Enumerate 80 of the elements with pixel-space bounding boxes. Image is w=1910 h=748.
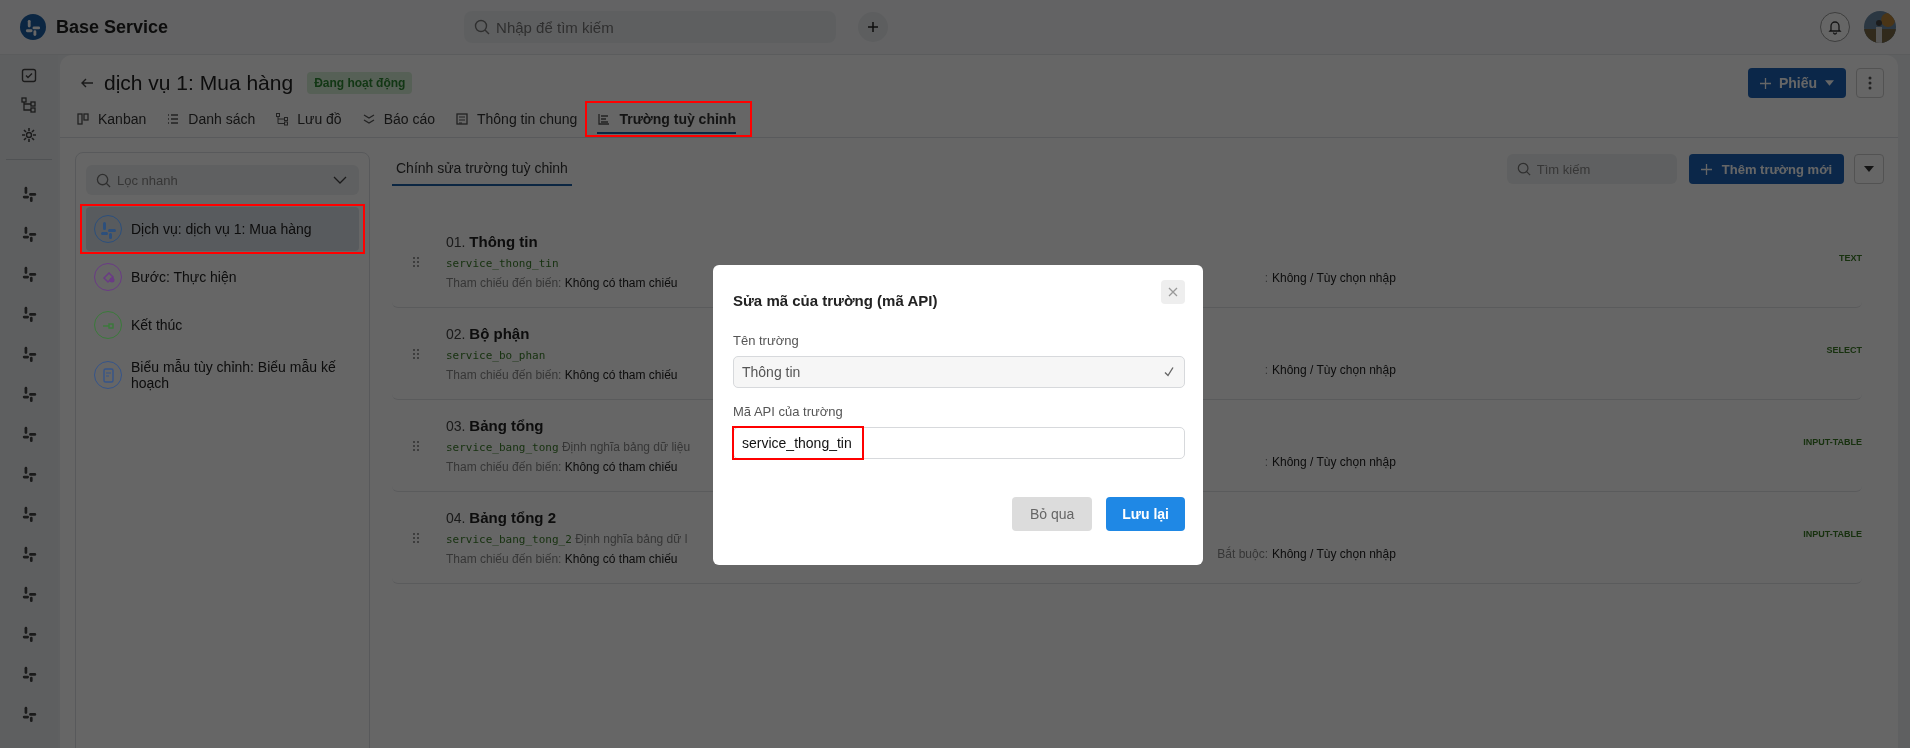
field-type: INPUT-TABLE (1803, 436, 1862, 447)
tab-icon (361, 112, 376, 126)
add-icon[interactable] (858, 12, 889, 42)
tab[interactable]: Kanban (66, 103, 157, 137)
status-badge: Đang hoạt động (307, 72, 413, 94)
search-icon (96, 172, 111, 188)
field-code: service_bang_tong (446, 441, 559, 454)
checklist-icon[interactable] (21, 67, 37, 83)
tab[interactable]: Báo cáo (351, 103, 445, 137)
tab[interactable]: Lưu đồ (265, 103, 352, 137)
plus-icon (1759, 77, 1771, 89)
field-label: Mã API của trường (733, 404, 844, 419)
pinwheel-icon[interactable] (20, 425, 38, 442)
field-code: service_bang_tong_2 (446, 533, 572, 546)
pinwheel-icon[interactable] (20, 345, 38, 362)
pinwheel-icon[interactable] (20, 585, 38, 602)
more-options-icon[interactable] (1856, 68, 1884, 98)
tab-icon (275, 112, 290, 126)
pinwheel-icon[interactable] (20, 665, 38, 682)
tab[interactable]: Danh sách (156, 103, 266, 137)
field-code: service_bo_phan (446, 349, 546, 362)
pinwheel-icon[interactable] (20, 465, 38, 482)
drag-handle-icon[interactable] (410, 347, 422, 360)
field-title: 02. Bộ phận (446, 325, 530, 342)
tab-icon (597, 112, 612, 126)
tab[interactable]: Chính sửa trường tuỳ chỉnh (392, 152, 572, 186)
field-type: INPUT-TABLE (1803, 528, 1862, 539)
required-label: : (1263, 362, 1268, 377)
tab-icon (455, 112, 469, 126)
required-value: Không / Tùy chọn nhập (1272, 546, 1396, 561)
field-type: SELECT (1826, 344, 1862, 355)
page-title: dịch vụ 1: Mua hàng (104, 71, 294, 95)
add-field-button[interactable]: Thêm trường mới (1688, 154, 1844, 184)
dialog-title: Sửa mã của trường (mã API) (733, 292, 938, 309)
close-icon[interactable] (1161, 280, 1185, 304)
search-icon (1516, 162, 1531, 176)
bell-icon[interactable] (1820, 12, 1850, 42)
required-label: : (1263, 454, 1268, 469)
required-value: Không / Tùy chọn nhập (1272, 270, 1396, 285)
field-type: TEXT (1839, 252, 1862, 263)
tab-icon (166, 112, 181, 126)
pinwheel-icon[interactable] (20, 265, 38, 282)
field-label: Tên trường (733, 333, 800, 348)
sidebar-item[interactable]: Biểu mẫu tùy chỉnh: Biểu mẫu kế hoạch (86, 351, 359, 399)
field-title: 01. Thông tin (446, 233, 538, 250)
pinwheel-icon[interactable] (20, 305, 38, 322)
plus-icon (1700, 163, 1712, 175)
pinwheel-icon[interactable] (20, 225, 38, 242)
drag-handle-icon[interactable] (410, 531, 422, 544)
field-title: 03. Bảng tổng (446, 417, 544, 434)
back-arrow-icon[interactable] (80, 76, 94, 90)
field-code: service_thong_tin (446, 257, 559, 270)
save-button[interactable]: Lưu lại (1106, 497, 1185, 531)
required-label: : (1263, 270, 1268, 285)
sidebar-item[interactable]: Bước: Thực hiện (86, 255, 359, 299)
field-title: 04. Bảng tổng 2 (446, 509, 557, 526)
new-ticket-button[interactable]: Phiếu (1747, 68, 1846, 98)
pinwheel-icon[interactable] (20, 505, 38, 522)
hierarchy-icon[interactable] (21, 97, 37, 113)
cancel-button[interactable]: Bỏ qua (1011, 497, 1093, 531)
tab[interactable]: Thông tin chung (445, 103, 588, 137)
sidebar-item[interactable]: Kết thúc (86, 303, 359, 347)
pinwheel-icon[interactable] (20, 705, 38, 722)
dropdown-icon[interactable] (1854, 154, 1884, 184)
app-name: Base Service (56, 16, 169, 38)
drag-handle-icon[interactable] (410, 255, 422, 268)
tab[interactable]: Trường tuỳ chỉnh (587, 103, 746, 137)
caret-icon (1825, 80, 1834, 86)
required-value: Không / Tùy chọn nhập (1272, 362, 1396, 377)
logo-icon (20, 14, 46, 40)
tab-icon (76, 112, 90, 126)
pinwheel-icon[interactable] (20, 625, 38, 642)
settings-icon[interactable] (21, 127, 37, 143)
chevron-down-icon (333, 176, 347, 184)
pinwheel-icon[interactable] (20, 385, 38, 402)
drag-handle-icon[interactable] (410, 439, 422, 452)
pinwheel-icon[interactable] (20, 545, 38, 562)
pinwheel-icon[interactable] (20, 185, 38, 202)
check-icon (1163, 366, 1175, 378)
required-value: Không / Tùy chọn nhập (1272, 454, 1396, 469)
